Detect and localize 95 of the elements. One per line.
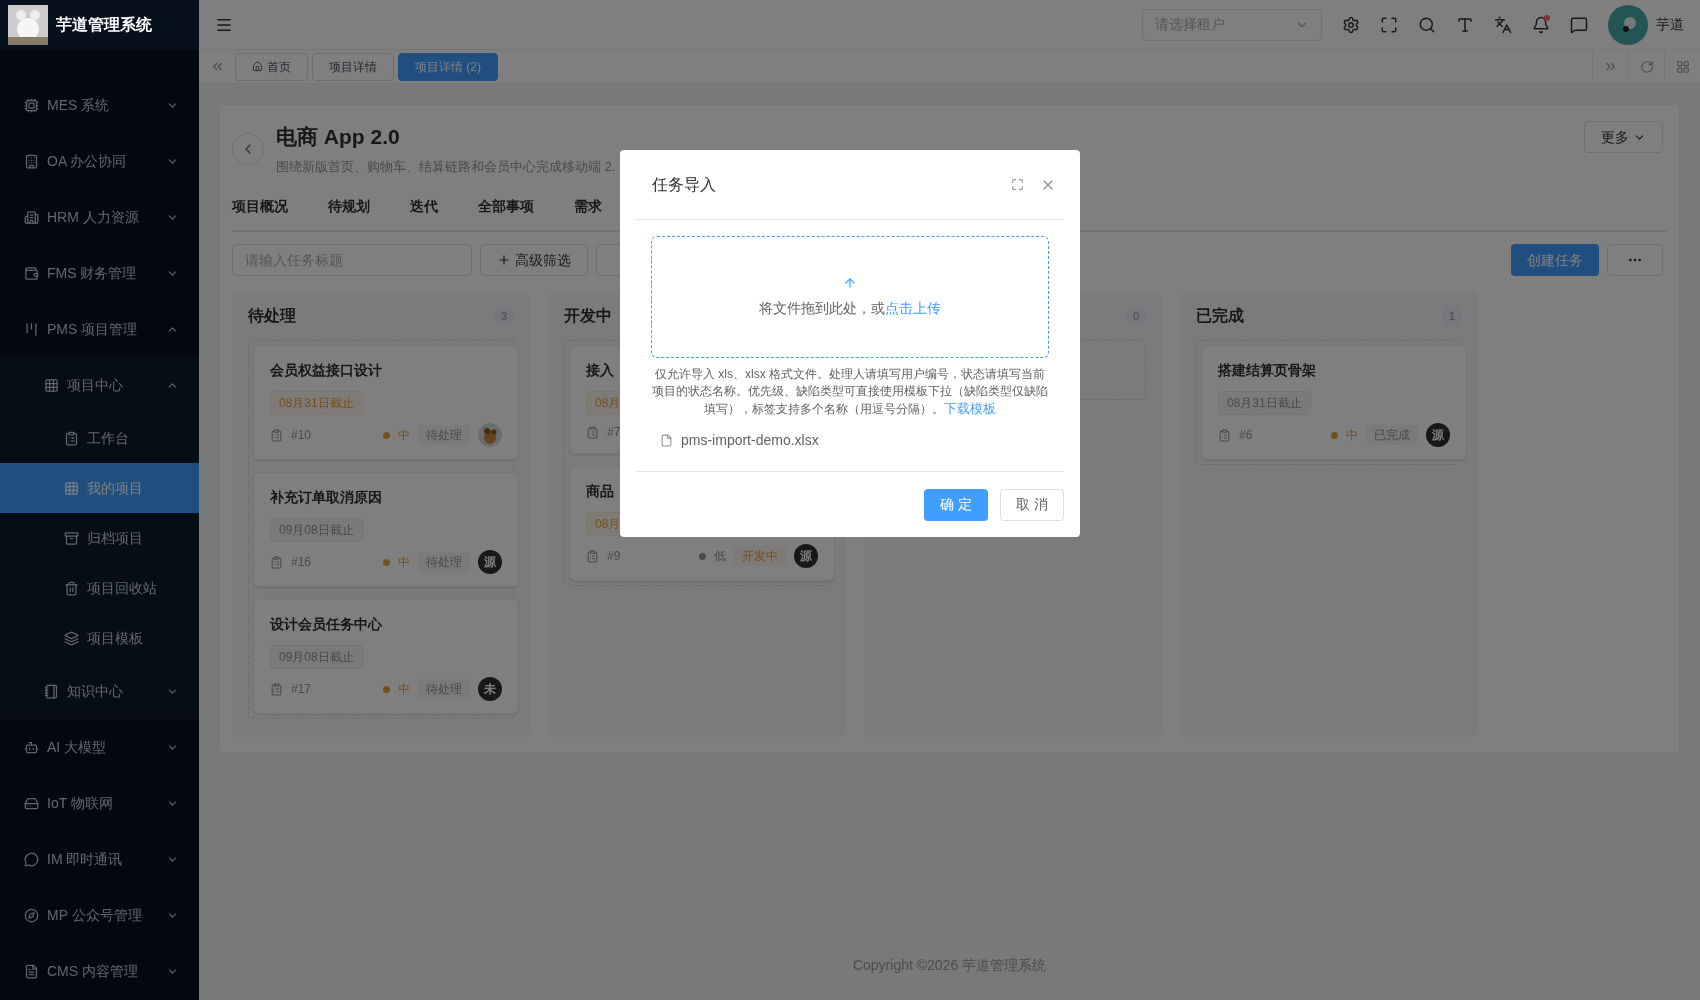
menu-icon — [24, 153, 39, 169]
sidebar-item[interactable]: 知识中心 — [0, 663, 199, 719]
file-name[interactable]: pms-import-demo.xlsx — [681, 430, 819, 451]
menu-icon — [64, 630, 79, 646]
search-icon[interactable] — [1418, 15, 1436, 34]
menu-icon — [24, 739, 39, 755]
menu-icon — [24, 265, 39, 281]
sidebar-item[interactable]: 项目中心 — [0, 357, 199, 413]
sidebar-item[interactable]: IM 即时通讯 — [0, 831, 199, 887]
refresh-icon[interactable] — [1639, 59, 1654, 74]
sidebar-item[interactable]: OA 办公协同 — [0, 133, 199, 189]
more-button[interactable]: 更多 — [1584, 121, 1663, 153]
task-icon — [270, 682, 283, 696]
page-tab[interactable]: 项目详情 — [312, 52, 394, 81]
plus-icon — [497, 253, 511, 267]
sidebar-item[interactable]: AI 大模型 — [0, 719, 199, 775]
menu-icon — [24, 963, 39, 979]
user-avatar: 未 — [478, 677, 502, 701]
project-tab[interactable]: 迭代 — [410, 196, 438, 217]
settings-icon[interactable] — [1342, 15, 1360, 34]
cancel-button[interactable]: 取 消 — [1000, 488, 1064, 521]
download-template-link[interactable]: 下载模板 — [944, 401, 996, 416]
sidebar-item[interactable]: 项目模板 — [0, 613, 199, 663]
message-icon[interactable] — [1570, 15, 1588, 34]
project-tab[interactable]: 待规划 — [328, 196, 370, 217]
task-title: 搭建结算页骨架 — [1218, 362, 1316, 378]
task-title: 补充订单取消原因 — [270, 489, 382, 505]
page-tab[interactable]: 项目详情 (2) — [398, 52, 498, 81]
sidebar-item[interactable]: MES 系统 — [0, 77, 199, 133]
task-title: 商品 — [586, 483, 614, 499]
task-title: 设计会员任务中心 — [270, 616, 382, 632]
sidebar-item[interactable]: FMS 财务管理 — [0, 245, 199, 301]
menu-icon — [44, 683, 59, 699]
status-tag: 开发中 — [734, 546, 786, 566]
priority-label: 中 — [398, 554, 410, 571]
sidebar-item[interactable]: PMS 项目管理 — [0, 301, 199, 357]
sidebar-item[interactable]: CMS 内容管理 — [0, 943, 199, 999]
confirm-button[interactable]: 确 定 — [924, 488, 988, 521]
menu-icon — [24, 851, 39, 867]
menu-icon — [64, 580, 79, 596]
project-tab[interactable]: 项目概况 — [232, 196, 288, 217]
column-title: 待处理 — [248, 306, 296, 326]
task-title: 会员权益接口设计 — [270, 362, 382, 378]
task-icon — [270, 555, 283, 569]
priority-label: 中 — [1346, 427, 1358, 444]
menu-icon — [64, 480, 79, 496]
menu-icon — [64, 530, 79, 546]
menu-icon — [24, 795, 39, 811]
project-tab[interactable]: 全部事项 — [478, 196, 534, 217]
menu-icon — [24, 907, 39, 923]
task-icon — [270, 428, 283, 442]
page-tab[interactable]: 首页 — [235, 52, 308, 81]
menu-icon — [24, 97, 39, 113]
sidebar-item[interactable]: IoT 物联网 — [0, 775, 199, 831]
priority-label: 中 — [398, 427, 410, 444]
deadline-tag: 08月31日截止 — [270, 391, 363, 415]
user-avatar: 源 — [794, 544, 818, 568]
upload-icon — [843, 275, 857, 290]
drop-text: 将文件拖到此处，或 — [759, 299, 885, 316]
task-icon — [1218, 428, 1231, 442]
sidebar-item[interactable]: 工作台 — [0, 413, 199, 463]
user-avatar: 源 — [1426, 423, 1450, 447]
column-title: 开发中 — [564, 306, 612, 326]
task-icon — [586, 549, 599, 563]
user-avatar: 源 — [478, 550, 502, 574]
task-title: 接入 — [586, 362, 614, 378]
menu-icon — [24, 209, 39, 225]
bell-icon[interactable] — [1532, 15, 1550, 34]
import-hint: 仅允许导入 xls、xlsx 格式文件。处理人请填写用户编号，状态请填写当前项目的状态名称。优先级、缺陷类型可直接使用模板下拉（缺陷类型仅缺陷填写），标签支持多个名称（用逗号分隔）。下载模板 — [651, 366, 1049, 418]
menu-icon — [24, 321, 39, 337]
upload-link[interactable]: 点击上传 — [885, 299, 941, 316]
project-tab[interactable]: 需求 — [574, 196, 602, 217]
translate-icon[interactable] — [1494, 15, 1512, 34]
sidebar-item[interactable]: 归档项目 — [0, 513, 199, 563]
dialog-title: 任务导入 — [652, 174, 717, 195]
project-title: 电商 App 2.0 — [276, 124, 400, 150]
maximize-icon[interactable] — [1011, 178, 1024, 191]
filter-button[interactable]: 高级筛选 — [480, 244, 588, 276]
create-task-button[interactable]: 创建任务 — [1511, 244, 1599, 276]
upload-drop-zone[interactable]: 将文件拖到此处，或点击上传 — [651, 236, 1049, 358]
fullscreen-icon[interactable] — [1380, 15, 1398, 34]
sidebar-item[interactable]: HRM 人力资源 — [0, 189, 199, 245]
priority-label: 中 — [398, 681, 410, 698]
sidebar-item[interactable]: 我的项目 — [0, 463, 199, 513]
file-icon — [660, 434, 673, 447]
user-name[interactable]: 芋道 — [1656, 14, 1684, 35]
menu-icon — [44, 377, 59, 393]
home-icon — [252, 61, 263, 72]
column-title: 已完成 — [1196, 306, 1244, 326]
font-size-icon[interactable] — [1456, 15, 1474, 34]
sidebar-item[interactable]: MP 公众号管理 — [0, 887, 199, 943]
sidebar-item[interactable]: 项目回收站 — [0, 563, 199, 613]
menu-icon — [64, 430, 79, 446]
task-icon — [586, 425, 599, 439]
app-title: 芋道管理系统 — [56, 15, 152, 35]
